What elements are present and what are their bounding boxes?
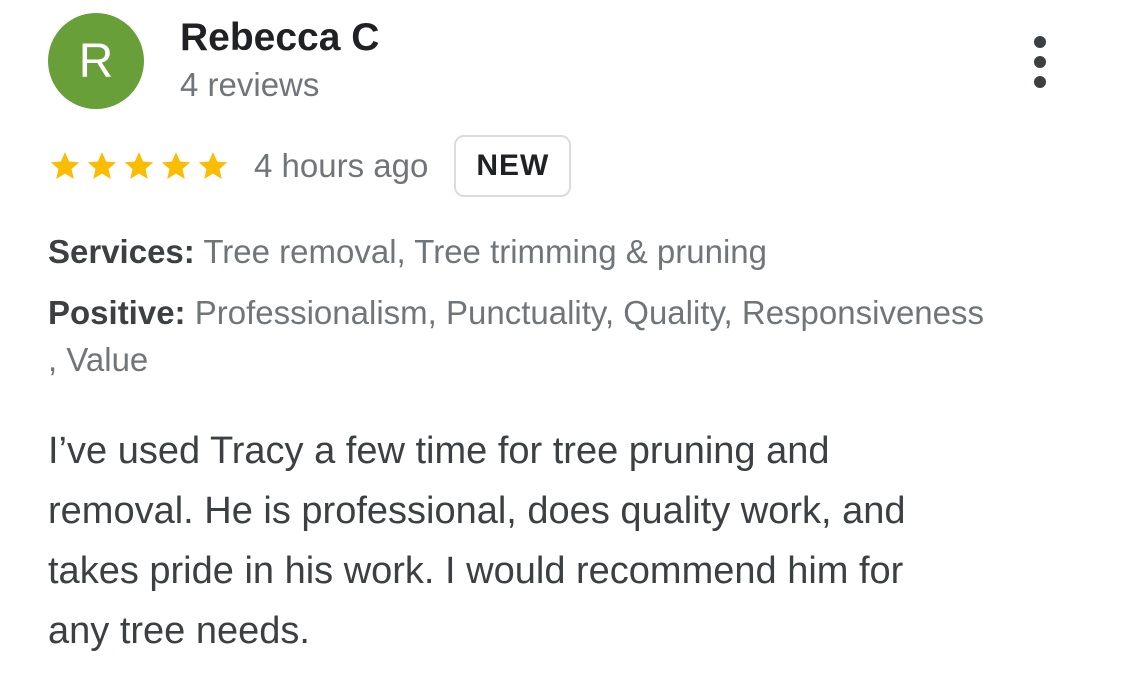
review-text-line: removal. He is professional, does qualit… <box>48 490 906 532</box>
star-icon <box>87 152 117 179</box>
review-timestamp: 4 hours ago <box>254 147 429 184</box>
review-text: I’ve used Tracy a few time for tree prun… <box>48 421 1068 661</box>
services-attribute: Services: Tree removal, Tree trimming & … <box>48 228 767 276</box>
star-icon <box>198 152 228 179</box>
reviewer-name[interactable]: Rebecca C <box>180 14 379 62</box>
positive-value-continued: , Value <box>48 341 149 378</box>
avatar-initial: R <box>78 34 114 88</box>
positive-attribute: Positive: Professionalism, Punctuality, … <box>48 289 984 337</box>
review-text-line: I’ve used Tracy a few time for tree prun… <box>48 430 830 472</box>
star-rating <box>48 149 230 183</box>
positive-value: Professionalism, Punctuality, Quality, R… <box>194 294 985 331</box>
new-badge: NEW <box>454 135 572 197</box>
star-icon <box>50 152 80 179</box>
services-label: Services: <box>48 233 195 270</box>
review-card: R Rebecca C 4 reviews 4 hours ago NEW Se… <box>0 0 1125 675</box>
rating-row: 4 hours ago NEW <box>48 132 572 200</box>
positive-label: Positive: <box>48 294 186 331</box>
avatar[interactable]: R <box>48 13 144 109</box>
review-text-line: any tree needs. <box>48 610 310 652</box>
star-icon <box>124 152 154 179</box>
star-icon <box>161 152 191 179</box>
more-vert-icon-dot <box>1034 56 1046 68</box>
review-count[interactable]: 4 reviews <box>180 64 319 106</box>
services-value: Tree removal, Tree trimming & pruning <box>203 233 768 270</box>
review-text-line: takes pride in his work. I would recomme… <box>48 550 904 592</box>
more-options-button[interactable] <box>1020 30 1060 94</box>
more-vert-icon-dot <box>1034 76 1046 88</box>
more-vert-icon <box>1034 36 1046 48</box>
